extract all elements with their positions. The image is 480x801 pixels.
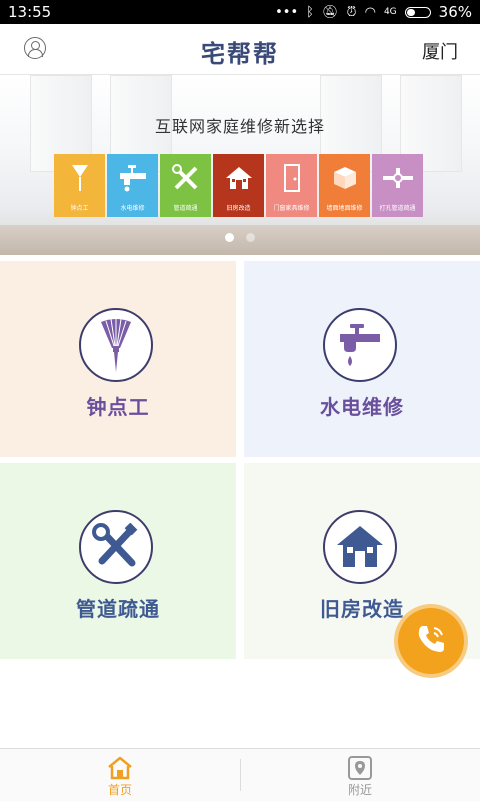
status-bar: 13:55 ••• ᛒ 🔕︎ ⏰︎ ◠ 4G 36% [0,0,480,24]
faucet-icon [323,308,397,382]
mute-icon: 🔕︎ [321,4,339,20]
location-pin-icon [330,755,390,781]
status-time: 13:55 [8,3,52,21]
banner-tiles: 钟点工 水电维修 管道疏通 旧房改造 门窗家具维修 墙面地面维修 打孔管道疏通 [54,154,425,217]
banner-tile-plumbing: 水电维修 [107,154,158,217]
service-label: 水电维修 [320,395,404,419]
tools-icon [79,510,153,584]
nav-home-label: 首页 [107,783,132,797]
banner-tile-label: 旧房改造 [226,205,251,212]
nav-nearby-label: 附近 [347,783,372,797]
wall-icon [319,162,370,194]
banner-tile-drilling: 打孔管道疏通 [372,154,423,217]
nav-divider [240,759,241,791]
broom-icon [79,308,153,382]
service-card-plumbing[interactable]: 水电维修 [244,261,480,457]
wifi-icon: ◠ [364,4,376,20]
network-type-label: 4G [383,6,397,17]
banner-tile-label: 打孔管道疏通 [379,205,416,212]
city-selector[interactable]: 厦门 [422,38,458,64]
service-label: 管道疏通 [76,597,160,621]
home-icon [90,755,150,781]
nav-home[interactable]: 首页 [90,755,150,798]
banner-tile-pipes: 管道疏通 [160,154,211,217]
banner-tile-renovation: 旧房改造 [213,154,264,217]
app-title: 宅帮帮 [201,40,279,68]
banner-tile-label: 墙面地面维修 [326,205,363,212]
more-dots-icon: ••• [275,4,299,20]
battery-percent: 36% [438,3,472,21]
service-label: 钟点工 [86,395,150,419]
nav-nearby[interactable]: 附近 [330,755,390,798]
banner-tile-label: 水电维修 [120,205,145,212]
pager-dot-active[interactable] [225,233,234,242]
banner-tile-walls: 墙面地面维修 [319,154,370,217]
service-card-pipes[interactable]: 管道疏通 [0,463,236,659]
battery-fill [406,8,416,16]
promo-banner[interactable]: 互联网家庭维修新选择 钟点工 水电维修 管道疏通 旧房改造 门窗家具维修 墙面地… [0,75,480,255]
banner-tile-doors: 门窗家具维修 [266,154,317,217]
broom-icon [54,162,105,194]
app-header: 宅帮帮 厦门 [0,24,480,75]
banner-pager [0,233,480,242]
service-card-cleaning[interactable]: 钟点工 [0,261,236,457]
pager-dot[interactable] [246,233,255,242]
banner-tile-cleaning: 钟点工 [54,154,105,217]
banner-tagline: 互联网家庭维修新选择 [154,117,325,136]
banner-tile-label: 钟点工 [70,205,89,212]
alarm-icon: ⏰︎ [346,4,357,20]
house-icon [213,162,264,194]
house-icon [323,510,397,584]
faucet-icon [107,162,158,194]
door-icon [266,162,317,194]
drill-icon [372,162,423,194]
bottom-nav: 首页 附近 [0,748,480,801]
bluetooth-icon: ᛒ [306,4,314,20]
phone-icon [414,622,448,660]
banner-tile-label: 管道疏通 [173,205,198,212]
status-icons: ••• ᛒ 🔕︎ ⏰︎ ◠ 4G 36% [275,3,472,21]
banner-tile-label: 门窗家具维修 [273,205,310,212]
tools-icon [160,162,211,194]
battery-icon [404,6,431,18]
call-button[interactable] [398,608,464,674]
